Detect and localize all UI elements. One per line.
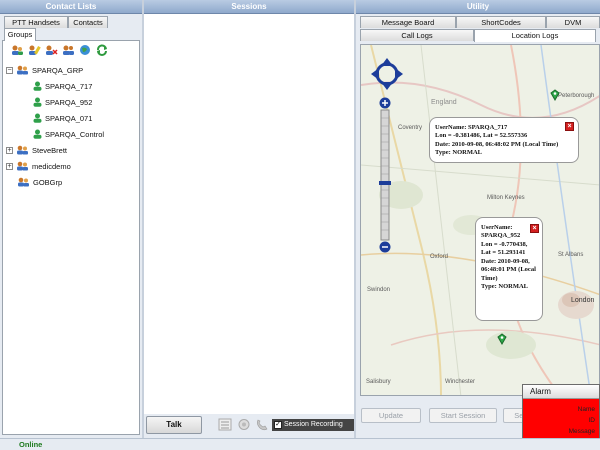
right-splitter[interactable] <box>354 0 356 438</box>
place-label: England <box>431 99 457 106</box>
status-bar: Online <box>0 438 600 450</box>
tab-shortcodes[interactable]: ShortCodes <box>456 16 546 28</box>
pan-control[interactable] <box>370 57 404 91</box>
sessions-header: Sessions <box>144 0 354 14</box>
close-icon[interactable]: × <box>530 224 539 233</box>
speaker-icon[interactable] <box>237 418 251 431</box>
edit-group-icon[interactable] <box>27 44 41 56</box>
tree-label: SPARQA_GRP <box>32 65 84 75</box>
alarm-title: Alarm <box>523 385 599 399</box>
tree-user-sparqa-control[interactable]: SPARQA_Control <box>33 128 104 140</box>
place-label: Swindon <box>367 287 391 293</box>
tree-group-sparqa-grp[interactable]: − SPARQA_GRP <box>6 64 83 76</box>
group-icon <box>17 161 28 171</box>
tree-label: medicdemo <box>32 161 71 171</box>
alarm-message-label: Message <box>568 428 595 435</box>
group-icon <box>18 177 29 187</box>
expand-icon[interactable]: + <box>6 162 13 170</box>
place-label: London <box>571 297 595 304</box>
alarm-name-label: Name <box>577 406 595 413</box>
session-recording-toggle[interactable]: Session Recording <box>272 419 354 431</box>
location-marker-icon[interactable] <box>550 89 560 101</box>
popup-coords: Lon = -0.770438, Lat = 51.293141 <box>481 240 528 257</box>
location-popup-sparqa-952: UserName: SPARQA_952 Lon = -0.770438, La… <box>475 217 543 321</box>
contact-lists-header: Contact Lists <box>0 0 142 14</box>
location-popup-sparqa-717: UserName: SPARQA_717 Lon = -0.381486, La… <box>429 117 579 163</box>
popup-type: Type: NORMAL <box>481 283 529 291</box>
place-label: Salisbury <box>366 379 391 385</box>
tree-group-medicdemo[interactable]: + medicdemo <box>6 160 71 172</box>
talk-button[interactable]: Talk <box>146 416 202 434</box>
tree-user-sparqa-717[interactable]: SPARQA_717 <box>33 80 92 92</box>
close-icon[interactable]: × <box>565 122 574 131</box>
user-icon <box>33 113 42 123</box>
session-recording-checkbox[interactable]: ✓ <box>274 421 282 429</box>
tab-call-logs[interactable]: Call Logs <box>360 29 474 41</box>
popup-username: UserName: SPARQA_717 <box>435 124 508 131</box>
tree-user-sparqa-952[interactable]: SPARQA_952 <box>33 96 92 108</box>
user-icon <box>33 81 42 91</box>
sessions-area[interactable] <box>144 14 354 414</box>
popup-username: UserName: SPARQA_952 <box>481 224 521 240</box>
popup-type: Type: NORMAL <box>435 149 483 157</box>
refresh-icon[interactable] <box>95 44 109 56</box>
popup-coords: Lon = -0.381486, Lat = 52.557336 <box>435 132 528 140</box>
tree-label: SPARQA_717 <box>45 81 93 91</box>
group-members-icon[interactable] <box>61 44 75 56</box>
user-icon <box>33 129 42 139</box>
place-label: Coventry <box>398 125 423 131</box>
tab-message-board[interactable]: Message Board <box>360 16 456 28</box>
add-group-icon[interactable] <box>10 44 24 56</box>
place-label: St Albans <box>558 252 584 258</box>
place-label: Oxford <box>430 254 449 260</box>
tree-label: SPARQA_952 <box>45 97 93 107</box>
expand-icon[interactable]: + <box>6 146 13 154</box>
tree-label: SPARQA_Control <box>45 129 105 139</box>
place-label: Winchester <box>445 379 476 385</box>
tree-label: GOBGrp <box>33 177 63 187</box>
update-button[interactable]: Update <box>361 408 421 423</box>
popup-date: Date: 2010-09-08, 06:48:02 PM (Local Tim… <box>435 140 559 148</box>
connection-status: Online <box>19 440 43 449</box>
group-icon <box>17 65 28 75</box>
popup-date: Date: 2010-09-08, 06:48:01 PM (Local Tim… <box>481 257 536 282</box>
location-marker-icon[interactable] <box>497 333 507 345</box>
globe-icon[interactable] <box>78 44 92 56</box>
tree-group-stevebrett[interactable]: + SteveBrett <box>6 144 67 156</box>
place-label: Peterborough <box>558 93 595 99</box>
list-icon[interactable] <box>218 418 232 431</box>
tab-groups[interactable]: Groups <box>4 28 36 41</box>
alarm-id-label: ID <box>588 417 596 424</box>
phone-icon[interactable] <box>255 418 269 431</box>
tree-label: SteveBrett <box>32 145 68 155</box>
tree-user-sparqa-071[interactable]: SPARQA_071 <box>33 112 92 124</box>
user-icon <box>33 97 42 107</box>
place-label: Milton Keynes <box>487 195 525 201</box>
start-session-button[interactable]: Start Session <box>429 408 497 423</box>
location-map[interactable]: England Coventry Milton Keynes Oxford Lo… <box>360 44 600 396</box>
groups-toolbar <box>10 44 109 56</box>
delete-group-icon[interactable] <box>44 44 58 56</box>
group-icon <box>17 145 28 155</box>
tab-ptt-handsets[interactable]: PTT Handsets <box>4 16 68 28</box>
utility-header: Utility <box>356 0 600 14</box>
tab-contacts[interactable]: Contacts <box>68 16 108 28</box>
collapse-icon[interactable]: − <box>6 66 13 74</box>
tab-dvm[interactable]: DVM <box>546 16 600 28</box>
tree-label: SPARQA_071 <box>45 113 93 123</box>
zoom-slider[interactable] <box>378 97 392 253</box>
tab-location-logs[interactable]: Location Logs <box>474 29 596 42</box>
tree-group-gobgrp[interactable]: GOBGrp <box>17 176 62 188</box>
